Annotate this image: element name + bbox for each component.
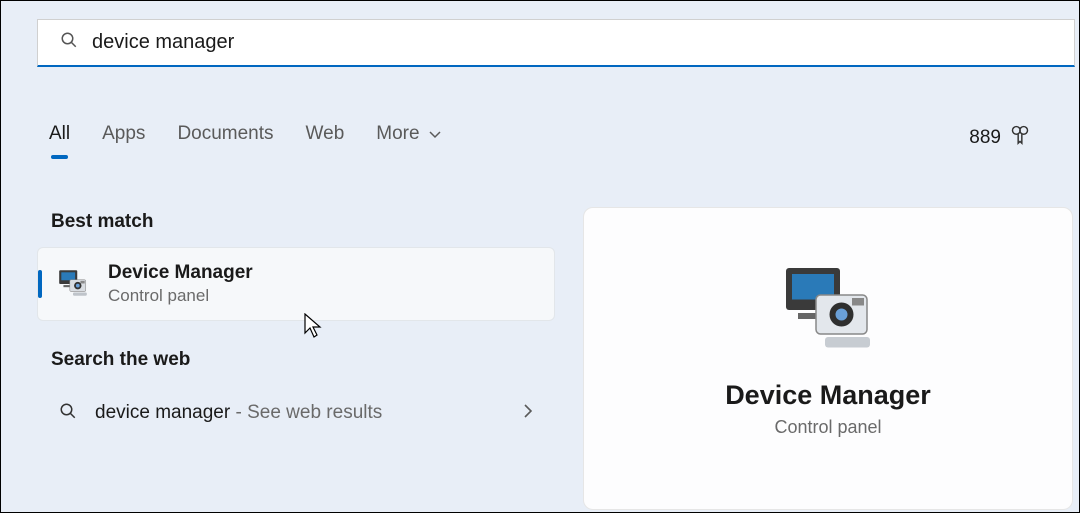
chevron-down-icon [429, 123, 441, 144]
web-result-item[interactable]: device manager - See web results [37, 385, 555, 441]
best-match-subtitle: Control panel [108, 286, 253, 306]
device-manager-icon [56, 267, 90, 301]
best-match-heading: Best match [51, 211, 561, 233]
web-result-term: device manager - See web results [95, 402, 382, 424]
search-icon [59, 402, 77, 425]
tab-all[interactable]: All [49, 123, 70, 153]
search-icon [60, 31, 78, 54]
best-match-title: Device Manager [108, 262, 253, 284]
best-match-result[interactable]: Device Manager Control panel [37, 247, 555, 321]
rewards-points: 889 [969, 127, 1001, 149]
tab-more[interactable]: More [376, 123, 441, 153]
tab-more-label: More [376, 123, 419, 144]
chevron-right-icon [524, 403, 533, 423]
tab-documents[interactable]: Documents [177, 123, 273, 153]
tab-apps[interactable]: Apps [102, 123, 145, 153]
search-bar[interactable] [37, 19, 1075, 67]
device-manager-icon [780, 262, 876, 358]
rewards-icon [1009, 124, 1031, 152]
search-web-heading: Search the web [51, 349, 561, 371]
search-input[interactable] [92, 31, 1052, 54]
detail-title: Device Manager [725, 380, 931, 411]
filter-tabs: All Apps Documents Web More 889 [49, 123, 1031, 153]
tab-web[interactable]: Web [306, 123, 345, 153]
rewards-badge[interactable]: 889 [969, 124, 1031, 152]
detail-subtitle: Control panel [774, 417, 881, 438]
detail-panel: Device Manager Control panel [583, 207, 1073, 510]
